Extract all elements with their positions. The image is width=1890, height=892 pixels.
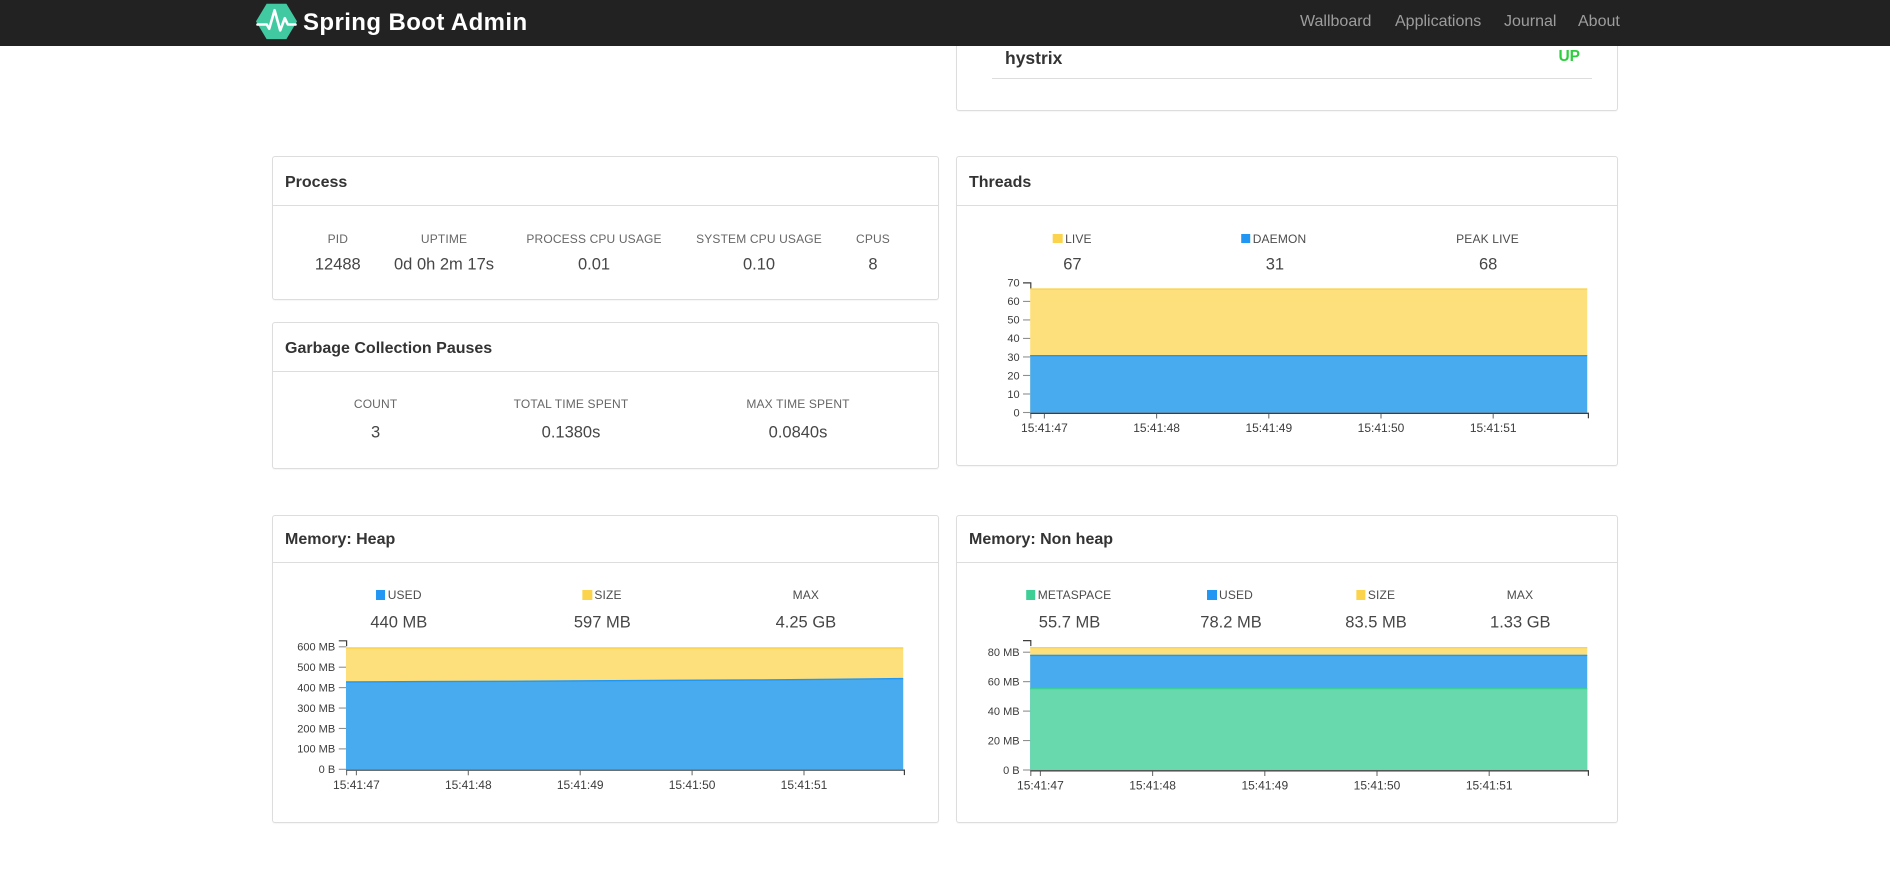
svg-text:0 B: 0 B — [319, 764, 336, 776]
svg-text:300 MB: 300 MB — [297, 703, 335, 715]
svg-text:15:41:51: 15:41:51 — [1470, 421, 1517, 435]
svg-text:80 MB: 80 MB — [988, 647, 1020, 659]
svg-text:0 B: 0 B — [1003, 765, 1020, 777]
svg-text:15:41:51: 15:41:51 — [1466, 779, 1513, 793]
svg-text:15:41:47: 15:41:47 — [333, 778, 380, 792]
svg-text:15:41:50: 15:41:50 — [1354, 779, 1401, 793]
svg-text:20 MB: 20 MB — [988, 735, 1020, 747]
svg-text:60: 60 — [1007, 296, 1019, 308]
svg-text:10: 10 — [1007, 389, 1019, 401]
svg-text:15:41:51: 15:41:51 — [781, 778, 828, 792]
svg-text:15:41:48: 15:41:48 — [1133, 421, 1180, 435]
svg-text:40 MB: 40 MB — [988, 706, 1020, 718]
svg-text:70: 70 — [1007, 278, 1019, 290]
svg-text:50: 50 — [1007, 315, 1019, 327]
svg-text:100 MB: 100 MB — [297, 744, 335, 756]
svg-text:15:41:50: 15:41:50 — [1358, 421, 1405, 435]
svg-text:15:41:47: 15:41:47 — [1021, 421, 1068, 435]
svg-text:40: 40 — [1007, 333, 1019, 345]
svg-text:500 MB: 500 MB — [297, 662, 335, 674]
svg-text:400 MB: 400 MB — [297, 682, 335, 694]
svg-text:200 MB: 200 MB — [297, 723, 335, 735]
svg-text:15:41:50: 15:41:50 — [669, 778, 716, 792]
svg-text:60 MB: 60 MB — [988, 676, 1020, 688]
svg-text:30: 30 — [1007, 352, 1019, 364]
svg-text:15:41:48: 15:41:48 — [445, 778, 492, 792]
svg-text:15:41:49: 15:41:49 — [1241, 779, 1288, 793]
svg-text:0: 0 — [1013, 407, 1019, 419]
svg-text:15:41:49: 15:41:49 — [557, 778, 604, 792]
svg-text:15:41:48: 15:41:48 — [1129, 779, 1176, 793]
svg-text:20: 20 — [1007, 370, 1019, 382]
svg-text:600 MB: 600 MB — [297, 642, 335, 654]
svg-text:15:41:49: 15:41:49 — [1245, 421, 1292, 435]
svg-text:15:41:47: 15:41:47 — [1017, 779, 1064, 793]
